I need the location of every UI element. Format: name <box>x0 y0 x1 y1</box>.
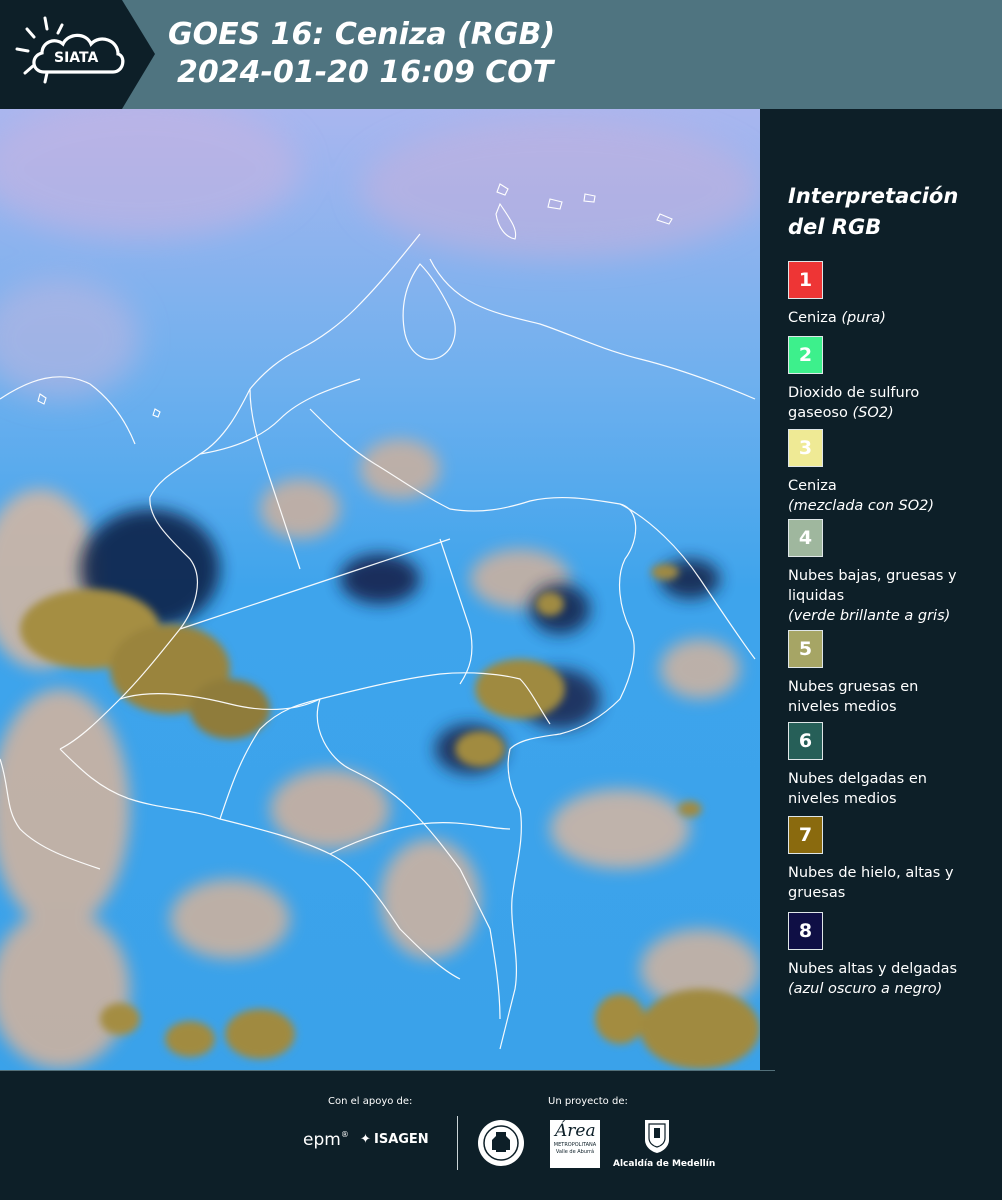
legend-label-6-text2: niveles medios <box>788 791 897 807</box>
legend-label-1: Ceniza (pura) <box>788 308 998 328</box>
legend-swatch-6: 6 <box>788 722 823 760</box>
legend-label-3-note: (mezclada con SO2) <box>788 498 935 514</box>
legend-label-8-note: (azul oscuro a negro) <box>788 981 943 997</box>
legend-item-6: 6 Nubes delgadas en niveles medios <box>788 722 998 809</box>
area-logo-subtext: METROPOLITANA <box>553 1142 597 1148</box>
isagen-icon: ✦ <box>360 1132 371 1147</box>
epm-logo-text: epm <box>303 1130 341 1150</box>
legend-label-2-text: Dioxido de sulfuro <box>788 385 920 401</box>
legend-swatch-2: 2 <box>788 336 823 374</box>
legend-label-8: Nubes altas y delgadas (azul oscuro a ne… <box>788 959 998 999</box>
legend-title-line2: del RGB <box>788 215 882 239</box>
legend-label-5-text: Nubes gruesas en <box>788 679 919 695</box>
isagen-logo-text: ISAGEN <box>374 1132 429 1147</box>
legend-label-2-text2: gaseoso <box>788 405 848 421</box>
legend-label-8-text: Nubes altas y delgadas <box>788 961 958 977</box>
legend-label-4-text: Nubes bajas, gruesas y <box>788 568 957 584</box>
legend-panel: Interpretación del RGB 1 Ceniza (pura) 2… <box>760 109 1002 1070</box>
header-bar: SIATA GOES 16: Ceniza (RGB) 2024-01-20 1… <box>0 0 1002 109</box>
legend-item-1: 1 Ceniza (pura) <box>788 261 998 328</box>
page-title: GOES 16: Ceniza (RGB) 2024-01-20 16:09 C… <box>168 16 555 92</box>
university-seal-logo[interactable] <box>476 1118 526 1168</box>
legend-label-1-text: Ceniza <box>788 310 837 326</box>
footer: Con el apoyo de: Un proyecto de: epm® ✦ I… <box>0 1070 1002 1200</box>
legend-label-6-text: Nubes delgadas en <box>788 771 927 787</box>
legend-label-6: Nubes delgadas en niveles medios <box>788 769 998 809</box>
medellin-logo-text[interactable]: Alcaldía de Medellín <box>613 1159 715 1169</box>
area-logo-text: Área <box>555 1121 596 1141</box>
footer-divider <box>0 1070 775 1071</box>
legend-label-2: Dioxido de sulfuro gaseoso (SO2) <box>788 383 998 423</box>
area-metropolitana-logo[interactable]: Área METROPOLITANA Valle de Aburrá <box>550 1120 600 1168</box>
logo-text: SIATA <box>54 50 99 66</box>
legend-swatch-7: 7 <box>788 816 823 854</box>
legend-title-line1: Interpretación <box>788 184 959 208</box>
legend-swatch-3: 3 <box>788 429 823 467</box>
medellin-shield-icon <box>645 1120 669 1153</box>
legend-item-4: 4 Nubes bajas, gruesas y liquidas (verde… <box>788 519 998 626</box>
title-product: GOES 16: Ceniza (RGB) <box>168 17 556 52</box>
legend-label-4-note: (verde brillante a gris) <box>788 608 951 624</box>
epm-logo[interactable]: epm® <box>303 1130 349 1150</box>
title-timestamp: 2024-01-20 16:09 COT <box>177 55 554 90</box>
legend-label-7-text: Nubes de hielo, altas y <box>788 865 954 881</box>
legend-label-5: Nubes gruesas en niveles medios <box>788 677 998 717</box>
satellite-image <box>0 109 760 1070</box>
legend-item-8: 8 Nubes altas y delgadas (azul oscuro a … <box>788 912 998 999</box>
page: SIATA GOES 16: Ceniza (RGB) 2024-01-20 1… <box>0 0 1002 1200</box>
legend-label-4-text2: liquidas <box>788 588 845 604</box>
legend-swatch-1: 1 <box>788 261 823 299</box>
isagen-logo[interactable]: ✦ ISAGEN <box>360 1132 429 1147</box>
legend-label-7: Nubes de hielo, altas y gruesas <box>788 863 998 903</box>
footer-vertical-divider <box>457 1116 458 1170</box>
legend-label-4: Nubes bajas, gruesas y liquidas (verde b… <box>788 566 998 626</box>
legend-label-3: Ceniza (mezclada con SO2) <box>788 476 998 516</box>
legend-item-5: 5 Nubes gruesas en niveles medios <box>788 630 998 717</box>
legend-item-2: 2 Dioxido de sulfuro gaseoso (SO2) <box>788 336 998 423</box>
legend-swatch-4: 4 <box>788 519 823 557</box>
satellite-map[interactable] <box>0 109 760 1070</box>
support-label: Con el apoyo de: <box>328 1096 413 1107</box>
siata-logo[interactable]: SIATA <box>0 0 155 109</box>
legend-label-1-note: (pura) <box>841 310 886 326</box>
legend-label-3-text: Ceniza <box>788 478 837 494</box>
legend-label-2-note: (SO2) <box>852 405 894 421</box>
legend-swatch-5: 5 <box>788 630 823 668</box>
area-logo-subtext2: Valle de Aburrá <box>555 1149 595 1155</box>
legend-item-3: 3 Ceniza (mezclada con SO2) <box>788 429 998 516</box>
project-label: Un proyecto de: <box>548 1096 628 1107</box>
legend-swatch-8: 8 <box>788 912 823 950</box>
legend-item-7: 7 Nubes de hielo, altas y gruesas <box>788 816 998 903</box>
legend-label-5-text2: niveles medios <box>788 699 897 715</box>
siata-logo-shape: SIATA <box>0 0 155 109</box>
legend-title: Interpretación del RGB <box>788 181 988 243</box>
legend-label-7-text2: gruesas <box>788 885 846 901</box>
